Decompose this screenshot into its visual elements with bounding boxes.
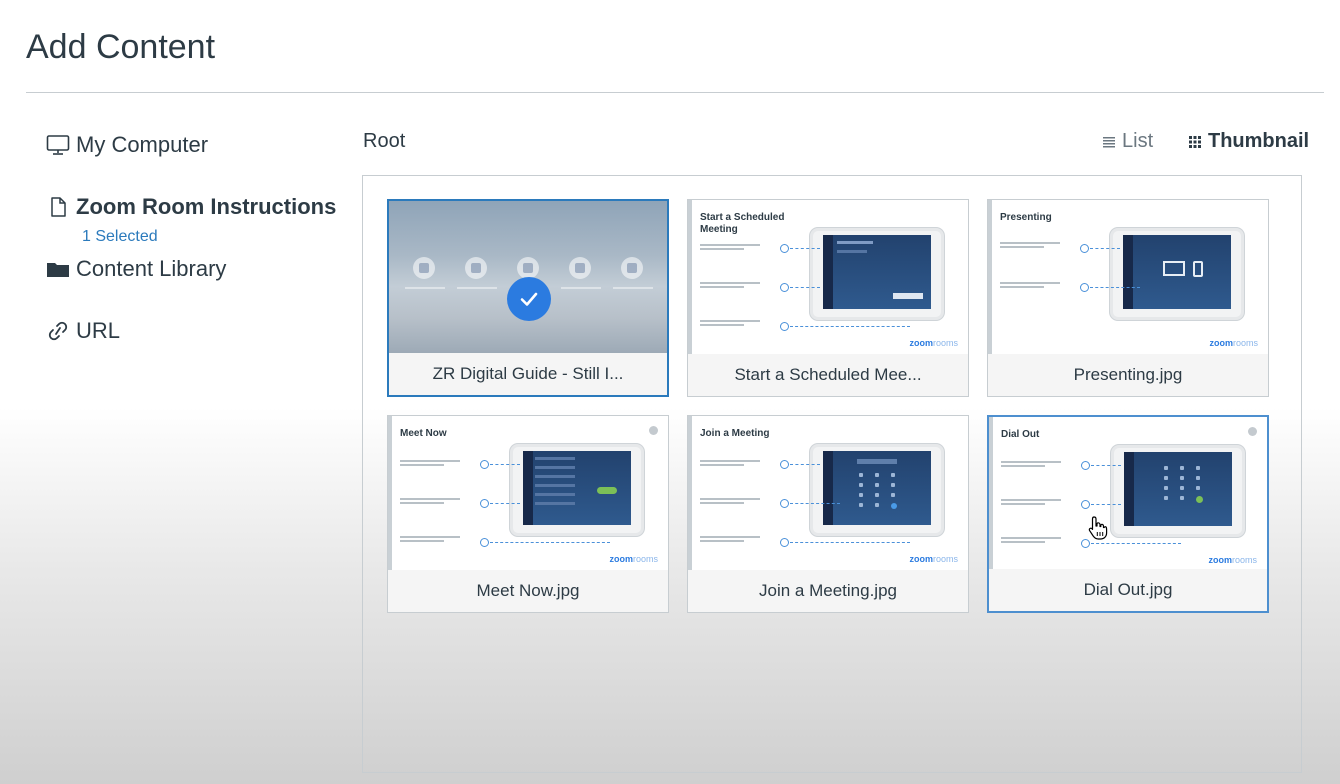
sidebar-item-url[interactable]: URL bbox=[46, 318, 120, 344]
hand-cursor-icon bbox=[1088, 516, 1108, 540]
thumbnail-tile[interactable]: Dial Out zoomrooms Dial Out.jpg bbox=[987, 415, 1269, 613]
thumbnail-caption: Meet Now.jpg bbox=[388, 570, 668, 612]
monitor-icon bbox=[46, 135, 70, 155]
thumbnail-caption: Presenting.jpg bbox=[988, 354, 1268, 396]
zoom-rooms-logo: zoomrooms bbox=[1209, 338, 1258, 348]
sidebar-item-content-library[interactable]: Content Library bbox=[46, 256, 226, 282]
thumbnail-tile[interactable]: Meet Now zoomrooms Meet Now.jpg bbox=[387, 415, 669, 613]
sidebar-item-zoom-room-instructions[interactable]: Zoom Room Instructions bbox=[46, 194, 336, 220]
thumbnail-image: Start a Scheduled Meeting zoomrooms bbox=[688, 200, 968, 356]
thumbnail-tile[interactable]: Start a Scheduled Meeting zoomrooms Star… bbox=[687, 199, 969, 397]
zoom-rooms-logo: zoomrooms bbox=[909, 338, 958, 348]
sidebar-item-label: My Computer bbox=[76, 132, 209, 157]
folder-icon bbox=[47, 263, 69, 277]
file-icon bbox=[51, 197, 66, 217]
thumbnail-heading: Presenting bbox=[1000, 212, 1052, 223]
list-view-label: List bbox=[1122, 130, 1154, 152]
thumbnail-image bbox=[389, 201, 667, 357]
thumbnail-tile[interactable]: Join a Meeting zoomrooms Join a Meeting.… bbox=[687, 415, 969, 613]
thumbnail-view-label: Thumbnail bbox=[1208, 130, 1310, 152]
thumbnail-heading: Join a Meeting bbox=[700, 428, 770, 439]
title-divider bbox=[26, 92, 1324, 93]
page-title: Add Content bbox=[26, 28, 216, 66]
list-icon bbox=[1103, 136, 1115, 147]
thumbnail-heading: Dial Out bbox=[1001, 429, 1040, 440]
thumbnail-caption: Start a Scheduled Mee... bbox=[688, 354, 968, 396]
tip-note bbox=[649, 426, 658, 435]
sidebar-item-my-computer[interactable]: My Computer bbox=[46, 132, 208, 158]
selected-count-badge: 1 Selected bbox=[82, 228, 158, 245]
zoom-rooms-logo: zoomrooms bbox=[909, 554, 958, 564]
thumbnail-view-button[interactable]: Thumbnail bbox=[1188, 130, 1309, 153]
sidebar-item-label: URL bbox=[76, 318, 121, 343]
link-icon bbox=[48, 321, 68, 341]
breadcrumb[interactable]: Root bbox=[363, 130, 405, 153]
selected-check-icon bbox=[507, 277, 551, 321]
thumbnail-caption: ZR Digital Guide - Still I... bbox=[389, 353, 667, 395]
thumbnail-image: Join a Meeting zoomrooms bbox=[688, 416, 968, 572]
thumbnail-image: Dial Out zoomrooms bbox=[989, 417, 1267, 573]
zoom-rooms-logo: zoomrooms bbox=[609, 554, 658, 564]
thumbnail-image: Meet Now zoomrooms bbox=[388, 416, 668, 572]
thumbnail-tile[interactable]: ZR Digital Guide - Still I... bbox=[387, 199, 669, 397]
grid-icon bbox=[1189, 135, 1201, 148]
thumbnail-heading: Meet Now bbox=[400, 428, 447, 439]
thumbnail-heading: Start a Scheduled Meeting bbox=[700, 212, 785, 235]
thumbnail-tile[interactable]: Presenting zoomrooms Presenting.jpg bbox=[987, 199, 1269, 397]
thumbnail-image: Presenting zoomrooms bbox=[988, 200, 1268, 356]
thumbnail-grid: ZR Digital Guide - Still I... Start a Sc… bbox=[362, 175, 1302, 773]
tip-note bbox=[1248, 427, 1257, 436]
zoom-rooms-logo: zoomrooms bbox=[1208, 555, 1257, 565]
sidebar-item-label: Zoom Room Instructions bbox=[76, 194, 337, 219]
thumbnail-caption: Dial Out.jpg bbox=[989, 569, 1267, 611]
sidebar-item-label: Content Library bbox=[76, 256, 227, 281]
list-view-button[interactable]: List bbox=[1102, 130, 1153, 153]
thumbnail-caption: Join a Meeting.jpg bbox=[688, 570, 968, 612]
